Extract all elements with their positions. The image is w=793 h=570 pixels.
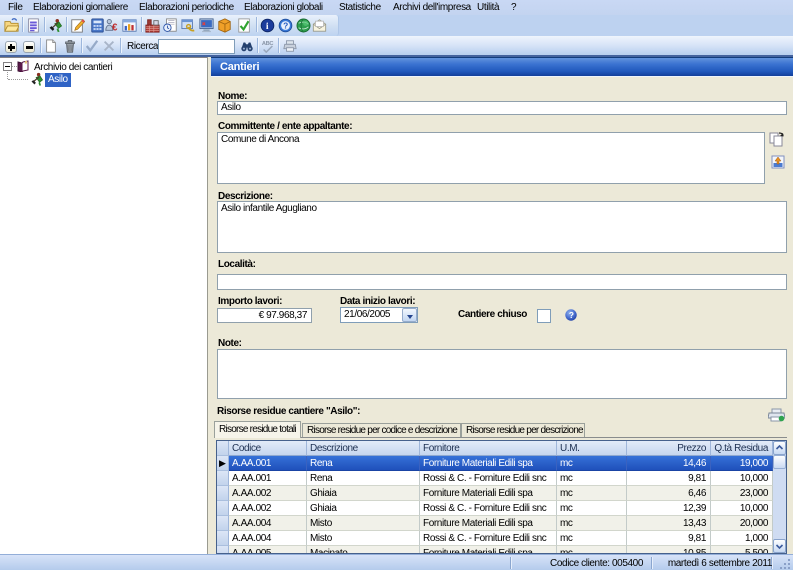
svg-text:?: ? — [569, 310, 574, 320]
svg-text:?: ? — [283, 21, 288, 31]
svg-text:€: € — [112, 22, 118, 33]
